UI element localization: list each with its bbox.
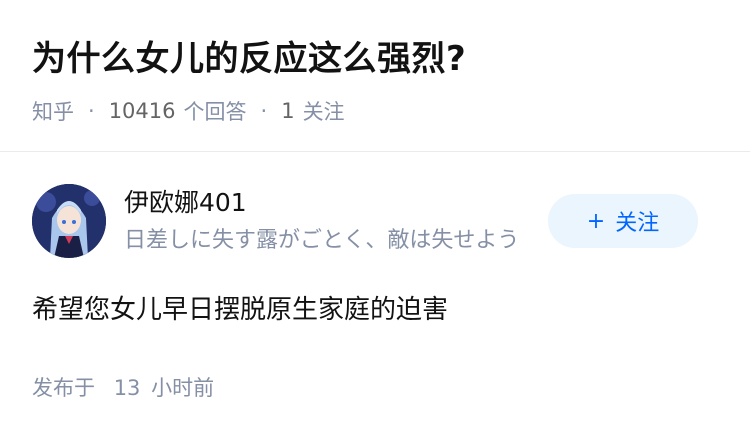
follower-count-label: 关注: [302, 100, 345, 124]
question-title[interactable]: 为什么女儿的反应这么强烈?: [32, 36, 718, 82]
follow-button[interactable]: + 关注: [548, 194, 698, 248]
author-row: 伊欧娜401 日差しに失す露がごとく、敵は失せよう + 关注: [32, 184, 718, 264]
meta-separator: ·: [88, 99, 95, 123]
question-meta: 知乎 · 10416 个回答 · 1 关注: [32, 96, 718, 126]
meta-separator: ·: [260, 99, 268, 123]
author-name[interactable]: 伊欧娜401: [124, 186, 544, 220]
publish-time: 发布于 13 小时前: [32, 372, 214, 402]
author-bio: 日差しに失す露がごとく、敵は失せよう: [124, 228, 520, 253]
anime-avatar-icon: [32, 184, 106, 258]
question-header: 为什么女儿的反应这么强烈? 知乎 · 10416 个回答 · 1 关注: [32, 36, 718, 126]
follower-count: 1: [281, 99, 295, 123]
author-info: 伊欧娜401 日差しに失す露がごとく、敵は失せよう: [124, 186, 544, 258]
answer-count-label: 个回答: [183, 100, 247, 124]
answer-text[interactable]: 希望您女儿早日摆脱原生家庭的迫害: [32, 290, 718, 330]
divider: [0, 151, 750, 152]
publish-unit: 小时前: [151, 376, 215, 400]
publish-num: 13: [113, 376, 141, 400]
answer-count: 10416: [108, 99, 176, 123]
publish-prefix: 发布于: [32, 376, 95, 400]
avatar[interactable]: [32, 184, 106, 258]
source-label[interactable]: 知乎: [32, 96, 74, 126]
follow-button-label: 关注: [615, 211, 660, 236]
plus-icon: +: [586, 208, 606, 234]
